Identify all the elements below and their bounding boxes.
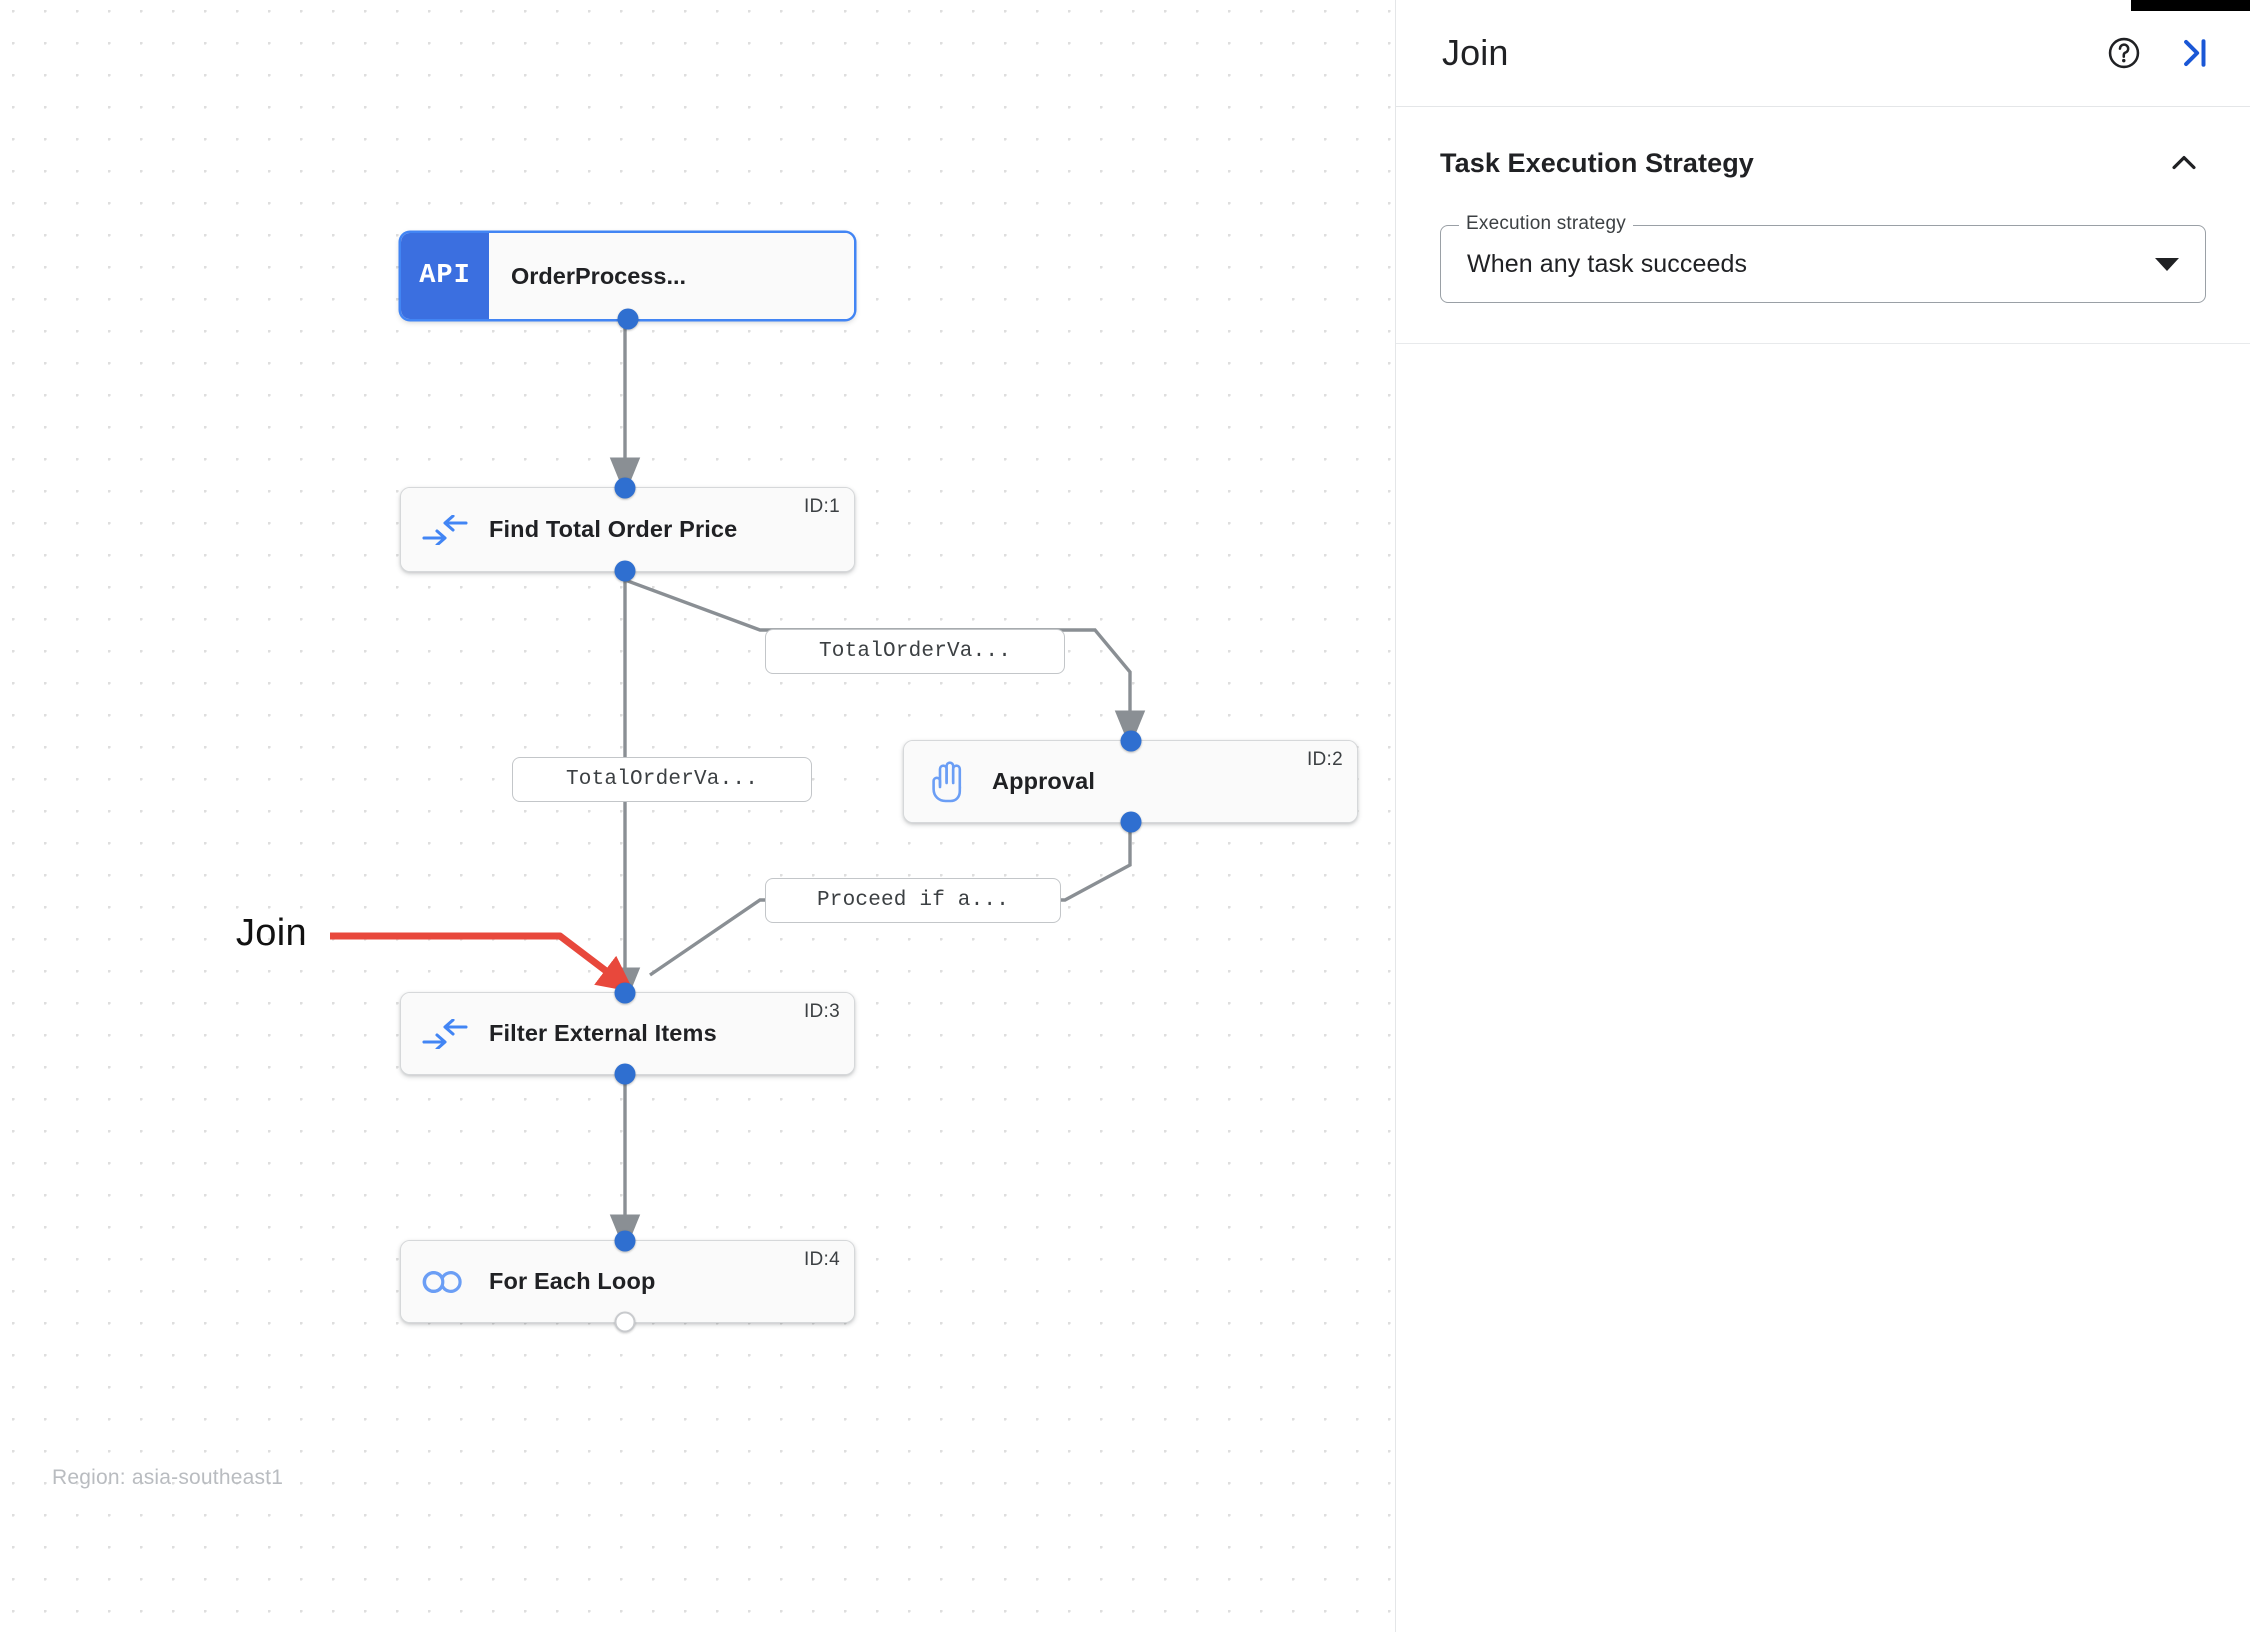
node-id-badge: ID:4 <box>803 1249 840 1270</box>
node-input-handle[interactable] <box>614 1230 636 1252</box>
caret-down-icon[interactable] <box>2155 257 2179 271</box>
node-for-each-loop[interactable]: For Each Loop ID:4 <box>400 1230 855 1333</box>
node-output-handle[interactable] <box>1120 811 1141 833</box>
workflow-canvas[interactable]: API OrderProcess... Find Total Order Pri… <box>0 0 1395 1632</box>
execution-strategy-label: Execution strategy <box>1459 213 1633 235</box>
node-title: Find Total Order Price <box>489 516 738 542</box>
execution-strategy-value: When any task succeeds <box>1467 249 1748 278</box>
node-output-handle[interactable] <box>617 308 638 330</box>
task-execution-strategy-section: Task Execution Strategy Execution strate… <box>1396 107 2250 344</box>
collapse-panel-right-icon[interactable] <box>2172 31 2216 75</box>
node-input-handle[interactable] <box>614 982 636 1004</box>
window-top-edge-strip <box>2131 0 2250 11</box>
edge-label-text: TotalOrderVa... <box>565 768 759 791</box>
node-approval[interactable]: Approval ID:2 <box>903 730 1358 833</box>
edge-label-condition[interactable]: Proceed if a... <box>765 878 1061 923</box>
node-output-handle[interactable] <box>614 1311 636 1333</box>
node-output-handle[interactable] <box>614 560 636 582</box>
edge-label-text: TotalOrderVa... <box>818 640 1012 663</box>
infinity-loop-icon <box>401 1269 489 1295</box>
node-title: OrderProcess... <box>511 262 687 289</box>
merge-arrows-icon <box>401 514 489 545</box>
panel-header: Join <box>1396 0 2250 107</box>
chevron-up-icon[interactable] <box>2162 141 2206 185</box>
canvas-region-label: Region: asia-southeast1 <box>52 1466 284 1489</box>
annotation-join-label: Join <box>236 912 307 954</box>
node-id-badge: ID:3 <box>803 1001 840 1022</box>
node-title: Approval <box>992 768 1096 794</box>
node-input-handle[interactable] <box>1120 730 1141 752</box>
node-title: For Each Loop <box>489 1268 656 1294</box>
node-id-badge: ID:1 <box>803 496 840 517</box>
workflow-editor-window: API OrderProcess... Find Total Order Pri… <box>0 0 2250 1632</box>
hand-raised-icon <box>904 760 992 803</box>
node-input-handle[interactable] <box>614 477 636 499</box>
panel-header-actions <box>2102 31 2216 75</box>
api-badge-icon: API <box>401 233 489 319</box>
edge-label-condition[interactable]: TotalOrderVa... <box>765 629 1065 674</box>
properties-panel: Join Task Execution Strategy Execution s… <box>1395 0 2250 1632</box>
edge-label-text: Proceed if a... <box>816 889 1010 912</box>
section-title: Task Execution Strategy <box>1440 147 1754 178</box>
section-header[interactable]: Task Execution Strategy <box>1440 141 2206 185</box>
node-find-total-order-price[interactable]: Find Total Order Price ID:1 <box>400 477 855 582</box>
node-filter-external-items[interactable]: Filter External Items ID:3 <box>400 982 855 1085</box>
edge-label-condition[interactable]: TotalOrderVa... <box>512 757 812 802</box>
node-title: Filter External Items <box>489 1020 717 1046</box>
node-id-badge: ID:2 <box>1306 749 1343 770</box>
help-circle-icon[interactable] <box>2102 31 2146 75</box>
node-output-handle[interactable] <box>614 1063 636 1085</box>
node-api-trigger[interactable]: API OrderProcess... <box>400 232 855 330</box>
merge-arrows-icon <box>401 1018 489 1049</box>
panel-title: Join <box>1442 32 1509 73</box>
execution-strategy-select[interactable]: Execution strategy When any task succeed… <box>1440 213 2206 303</box>
